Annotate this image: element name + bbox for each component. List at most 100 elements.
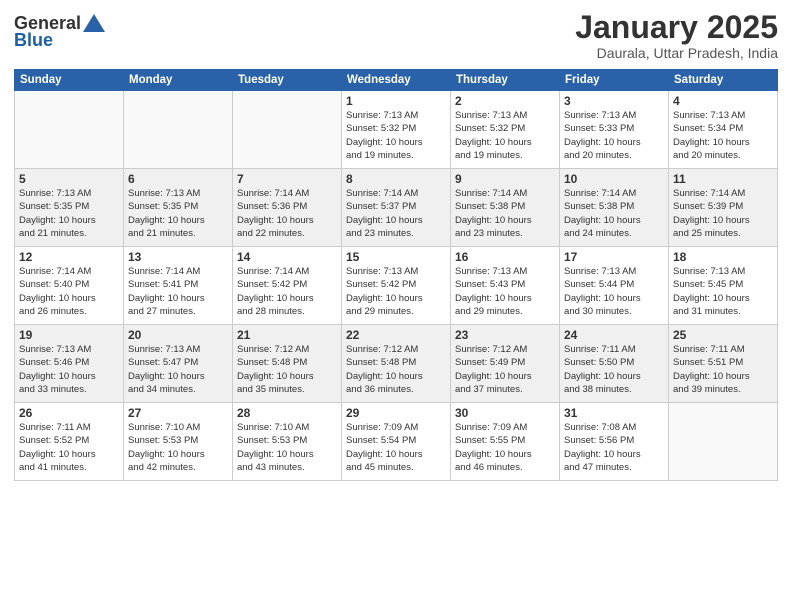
day-number: 6	[128, 172, 228, 186]
table-row: 12Sunrise: 7:14 AM Sunset: 5:40 PM Dayli…	[15, 247, 124, 325]
col-tuesday: Tuesday	[233, 70, 342, 91]
col-saturday: Saturday	[669, 70, 778, 91]
day-info: Sunrise: 7:13 AM Sunset: 5:34 PM Dayligh…	[673, 109, 773, 162]
table-row: 21Sunrise: 7:12 AM Sunset: 5:48 PM Dayli…	[233, 325, 342, 403]
day-number: 3	[564, 94, 664, 108]
day-number: 27	[128, 406, 228, 420]
table-row	[669, 403, 778, 481]
calendar-title: January 2025	[575, 10, 778, 45]
col-thursday: Thursday	[451, 70, 560, 91]
day-info: Sunrise: 7:13 AM Sunset: 5:45 PM Dayligh…	[673, 265, 773, 318]
day-number: 24	[564, 328, 664, 342]
day-info: Sunrise: 7:13 AM Sunset: 5:35 PM Dayligh…	[128, 187, 228, 240]
table-row: 3Sunrise: 7:13 AM Sunset: 5:33 PM Daylig…	[560, 91, 669, 169]
table-row: 7Sunrise: 7:14 AM Sunset: 5:36 PM Daylig…	[233, 169, 342, 247]
table-row	[124, 91, 233, 169]
table-row: 8Sunrise: 7:14 AM Sunset: 5:37 PM Daylig…	[342, 169, 451, 247]
table-row: 26Sunrise: 7:11 AM Sunset: 5:52 PM Dayli…	[15, 403, 124, 481]
col-wednesday: Wednesday	[342, 70, 451, 91]
day-number: 14	[237, 250, 337, 264]
table-row: 16Sunrise: 7:13 AM Sunset: 5:43 PM Dayli…	[451, 247, 560, 325]
day-number: 5	[19, 172, 119, 186]
logo-icon	[83, 14, 105, 32]
day-number: 18	[673, 250, 773, 264]
day-info: Sunrise: 7:12 AM Sunset: 5:49 PM Dayligh…	[455, 343, 555, 396]
calendar-subtitle: Daurala, Uttar Pradesh, India	[575, 45, 778, 61]
day-info: Sunrise: 7:13 AM Sunset: 5:47 PM Dayligh…	[128, 343, 228, 396]
day-info: Sunrise: 7:13 AM Sunset: 5:35 PM Dayligh…	[19, 187, 119, 240]
day-info: Sunrise: 7:14 AM Sunset: 5:39 PM Dayligh…	[673, 187, 773, 240]
day-info: Sunrise: 7:12 AM Sunset: 5:48 PM Dayligh…	[237, 343, 337, 396]
table-row: 18Sunrise: 7:13 AM Sunset: 5:45 PM Dayli…	[669, 247, 778, 325]
day-number: 8	[346, 172, 446, 186]
col-friday: Friday	[560, 70, 669, 91]
day-info: Sunrise: 7:14 AM Sunset: 5:36 PM Dayligh…	[237, 187, 337, 240]
table-row: 4Sunrise: 7:13 AM Sunset: 5:34 PM Daylig…	[669, 91, 778, 169]
table-row: 20Sunrise: 7:13 AM Sunset: 5:47 PM Dayli…	[124, 325, 233, 403]
day-number: 15	[346, 250, 446, 264]
day-number: 4	[673, 94, 773, 108]
day-number: 31	[564, 406, 664, 420]
col-sunday: Sunday	[15, 70, 124, 91]
col-monday: Monday	[124, 70, 233, 91]
day-number: 7	[237, 172, 337, 186]
calendar-week-row: 12Sunrise: 7:14 AM Sunset: 5:40 PM Dayli…	[15, 247, 778, 325]
table-row	[233, 91, 342, 169]
day-info: Sunrise: 7:08 AM Sunset: 5:56 PM Dayligh…	[564, 421, 664, 474]
day-info: Sunrise: 7:14 AM Sunset: 5:37 PM Dayligh…	[346, 187, 446, 240]
table-row: 27Sunrise: 7:10 AM Sunset: 5:53 PM Dayli…	[124, 403, 233, 481]
day-info: Sunrise: 7:09 AM Sunset: 5:54 PM Dayligh…	[346, 421, 446, 474]
table-row: 31Sunrise: 7:08 AM Sunset: 5:56 PM Dayli…	[560, 403, 669, 481]
table-row: 14Sunrise: 7:14 AM Sunset: 5:42 PM Dayli…	[233, 247, 342, 325]
day-info: Sunrise: 7:13 AM Sunset: 5:46 PM Dayligh…	[19, 343, 119, 396]
calendar-table: Sunday Monday Tuesday Wednesday Thursday…	[14, 69, 778, 481]
table-row: 15Sunrise: 7:13 AM Sunset: 5:42 PM Dayli…	[342, 247, 451, 325]
table-row: 28Sunrise: 7:10 AM Sunset: 5:53 PM Dayli…	[233, 403, 342, 481]
day-number: 30	[455, 406, 555, 420]
table-row: 22Sunrise: 7:12 AM Sunset: 5:48 PM Dayli…	[342, 325, 451, 403]
day-number: 25	[673, 328, 773, 342]
day-number: 2	[455, 94, 555, 108]
day-info: Sunrise: 7:13 AM Sunset: 5:43 PM Dayligh…	[455, 265, 555, 318]
day-info: Sunrise: 7:14 AM Sunset: 5:38 PM Dayligh…	[564, 187, 664, 240]
day-number: 13	[128, 250, 228, 264]
day-info: Sunrise: 7:11 AM Sunset: 5:51 PM Dayligh…	[673, 343, 773, 396]
day-number: 28	[237, 406, 337, 420]
day-info: Sunrise: 7:14 AM Sunset: 5:41 PM Dayligh…	[128, 265, 228, 318]
day-number: 29	[346, 406, 446, 420]
table-row: 9Sunrise: 7:14 AM Sunset: 5:38 PM Daylig…	[451, 169, 560, 247]
table-row: 10Sunrise: 7:14 AM Sunset: 5:38 PM Dayli…	[560, 169, 669, 247]
day-number: 10	[564, 172, 664, 186]
day-number: 21	[237, 328, 337, 342]
day-number: 11	[673, 172, 773, 186]
day-number: 23	[455, 328, 555, 342]
table-row: 29Sunrise: 7:09 AM Sunset: 5:54 PM Dayli…	[342, 403, 451, 481]
day-info: Sunrise: 7:13 AM Sunset: 5:33 PM Dayligh…	[564, 109, 664, 162]
day-info: Sunrise: 7:13 AM Sunset: 5:42 PM Dayligh…	[346, 265, 446, 318]
table-row: 13Sunrise: 7:14 AM Sunset: 5:41 PM Dayli…	[124, 247, 233, 325]
table-row: 23Sunrise: 7:12 AM Sunset: 5:49 PM Dayli…	[451, 325, 560, 403]
day-number: 9	[455, 172, 555, 186]
day-info: Sunrise: 7:10 AM Sunset: 5:53 PM Dayligh…	[237, 421, 337, 474]
calendar-week-row: 5Sunrise: 7:13 AM Sunset: 5:35 PM Daylig…	[15, 169, 778, 247]
day-number: 12	[19, 250, 119, 264]
calendar-week-row: 19Sunrise: 7:13 AM Sunset: 5:46 PM Dayli…	[15, 325, 778, 403]
title-block: January 2025 Daurala, Uttar Pradesh, Ind…	[575, 10, 778, 61]
table-row: 11Sunrise: 7:14 AM Sunset: 5:39 PM Dayli…	[669, 169, 778, 247]
day-info: Sunrise: 7:11 AM Sunset: 5:50 PM Dayligh…	[564, 343, 664, 396]
day-number: 20	[128, 328, 228, 342]
logo: General Blue	[14, 14, 105, 51]
calendar-page: General Blue January 2025 Daurala, Uttar…	[0, 0, 792, 612]
table-row	[15, 91, 124, 169]
table-row: 5Sunrise: 7:13 AM Sunset: 5:35 PM Daylig…	[15, 169, 124, 247]
calendar-week-row: 1Sunrise: 7:13 AM Sunset: 5:32 PM Daylig…	[15, 91, 778, 169]
page-header: General Blue January 2025 Daurala, Uttar…	[14, 10, 778, 61]
day-info: Sunrise: 7:12 AM Sunset: 5:48 PM Dayligh…	[346, 343, 446, 396]
day-info: Sunrise: 7:14 AM Sunset: 5:40 PM Dayligh…	[19, 265, 119, 318]
day-info: Sunrise: 7:14 AM Sunset: 5:38 PM Dayligh…	[455, 187, 555, 240]
day-number: 26	[19, 406, 119, 420]
calendar-week-row: 26Sunrise: 7:11 AM Sunset: 5:52 PM Dayli…	[15, 403, 778, 481]
table-row: 19Sunrise: 7:13 AM Sunset: 5:46 PM Dayli…	[15, 325, 124, 403]
day-info: Sunrise: 7:13 AM Sunset: 5:32 PM Dayligh…	[455, 109, 555, 162]
header-row: Sunday Monday Tuesday Wednesday Thursday…	[15, 70, 778, 91]
